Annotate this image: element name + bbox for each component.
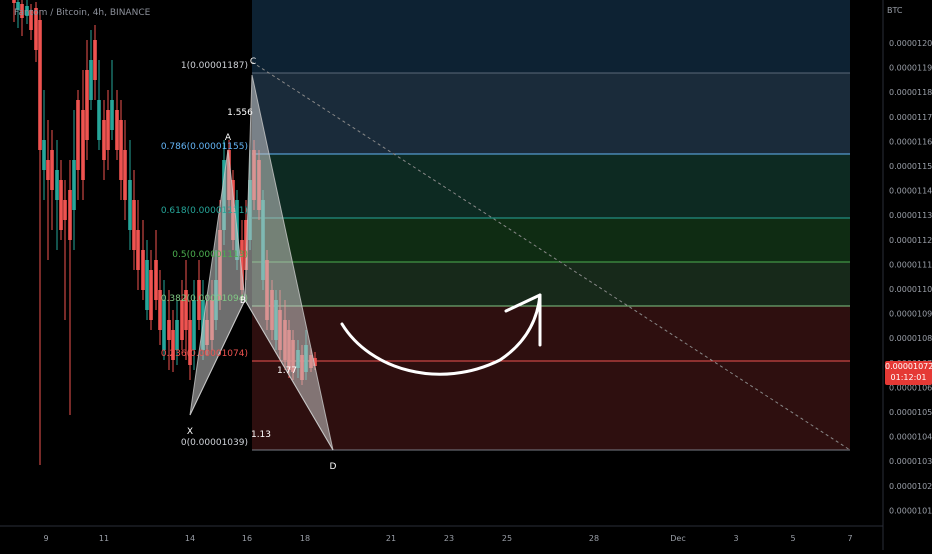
fib-zone (252, 306, 850, 361)
price-axis-label: 0.00001160 (889, 137, 932, 146)
candle-body (50, 150, 54, 190)
time-axis-label: 16 (242, 534, 252, 543)
candle-body (102, 120, 106, 160)
fib-level-label: 0.618(0.00001131) (161, 206, 248, 216)
candle-body (119, 120, 123, 180)
price-axis-label: 0.00001030 (889, 457, 932, 466)
price-axis-currency: BTC (887, 6, 903, 15)
time-axis-label: 21 (386, 534, 396, 543)
price-axis-label: 0.00001180 (889, 88, 932, 97)
pattern-point-label: D (330, 462, 337, 472)
time-axis-label: 23 (444, 534, 454, 543)
time-axis-label: 18 (300, 534, 310, 543)
candle-body (38, 20, 42, 150)
time-axis-label: 28 (589, 534, 599, 543)
candle-body (89, 60, 93, 100)
time-axis-label: 11 (99, 534, 109, 543)
pattern-ratio-label: 1.556 (227, 108, 253, 118)
candle-body (136, 230, 140, 270)
candle-body (128, 180, 132, 230)
candle-body (46, 160, 50, 180)
fib-level-label: 0.786(0.00001155) (161, 142, 248, 152)
current-price-tag: 0.00001072 01:12:01 (885, 361, 932, 385)
fib-level-label: 0.382(0.00001094) (161, 294, 248, 304)
candle-body (132, 200, 136, 250)
pattern-point-label: C (250, 57, 256, 67)
fib-level-label: 0.236(0.00001074) (161, 349, 248, 359)
candle-body (63, 200, 67, 220)
price-axis-label: 0.00001150 (889, 162, 932, 171)
fib-level-label: 0.5(0.00001113) (172, 250, 248, 260)
fib-zone-top (252, 0, 850, 73)
pattern-point-label: B (240, 296, 246, 306)
candle-body (145, 260, 149, 310)
candle-body (175, 320, 179, 350)
fib-zone (252, 73, 850, 154)
fib-zones (252, 0, 850, 450)
candle-body (106, 110, 110, 150)
price-axis-label: 0.00001170 (889, 113, 932, 122)
pattern-ratio-label: 1.13 (251, 430, 271, 440)
fib-zone (252, 262, 850, 306)
candle-body (154, 260, 158, 300)
chart-canvas[interactable]: 1(0.00001187) 0.786(0.00001155) 0.618(0.00… (0, 0, 932, 550)
price-axis-label: 0.00001040 (889, 433, 932, 442)
time-axis-label: 25 (502, 534, 512, 543)
candle-body (180, 300, 184, 340)
pattern-ratio-label: 1.77 (277, 366, 297, 376)
price-axis-label: 0.00001050 (889, 408, 932, 417)
candle-body (59, 180, 63, 230)
candle-body (68, 190, 72, 240)
candle-body (115, 110, 119, 150)
candle-body (93, 40, 97, 80)
price-axis-label: 0.00001100 (889, 285, 932, 294)
time-axis-label: 3 (733, 534, 738, 543)
time-axis-label: 5 (790, 534, 795, 543)
candle-body (97, 100, 101, 140)
candle-body (192, 300, 196, 350)
candle-body (85, 70, 89, 140)
candle-body (72, 160, 76, 210)
price-axis-label: 0.00001200 (889, 39, 932, 48)
pattern-point-label: X (187, 427, 193, 437)
candle-body (123, 150, 127, 200)
candle-body (141, 250, 145, 290)
candle-body (76, 100, 80, 170)
price-axis-label: 0.00001090 (889, 310, 932, 319)
fib-zone (252, 154, 850, 218)
candle-body (42, 140, 46, 170)
candle-body (81, 110, 85, 180)
price-axis-label: 0.00001080 (889, 334, 932, 343)
price-axis-label: 0.00001020 (889, 482, 932, 491)
candle-body (162, 300, 166, 350)
candle-body (55, 170, 59, 200)
price-axis-label: 0.00001010 (889, 506, 932, 515)
candle-body (110, 100, 114, 130)
candle-body (12, 0, 16, 3)
time-axis-label: Dec (670, 534, 685, 543)
pattern-point-label: A (225, 133, 232, 143)
chart-screen: 1(0.00001187) 0.786(0.00001155) 0.618(0.00… (0, 0, 932, 550)
time-axis-label: 9 (43, 534, 48, 543)
fib-level-label: 0(0.00001039) (181, 438, 248, 448)
price-axis-label: 0.00001130 (889, 211, 932, 220)
price-axis-label: 0.00001120 (889, 236, 932, 245)
fib-zone (252, 218, 850, 262)
fib-level-label: 1(0.00001187) (181, 61, 248, 71)
candle-countdown: 01:12:01 (890, 373, 927, 382)
price-axis-label: 0.00001140 (889, 187, 932, 196)
candle-body (149, 270, 153, 320)
time-axis-label: 7 (847, 534, 852, 543)
price-axis-label: 0.00001110 (889, 260, 932, 269)
fib-zone (252, 361, 850, 450)
chart-title: Fantom / Bitcoin, 4h, BINANCE (14, 8, 151, 18)
price-axis-label: 0.00001190 (889, 64, 932, 73)
time-axis-label: 14 (185, 534, 195, 543)
candle-body (167, 320, 171, 340)
current-price-value: 0.00001072 (885, 362, 932, 371)
